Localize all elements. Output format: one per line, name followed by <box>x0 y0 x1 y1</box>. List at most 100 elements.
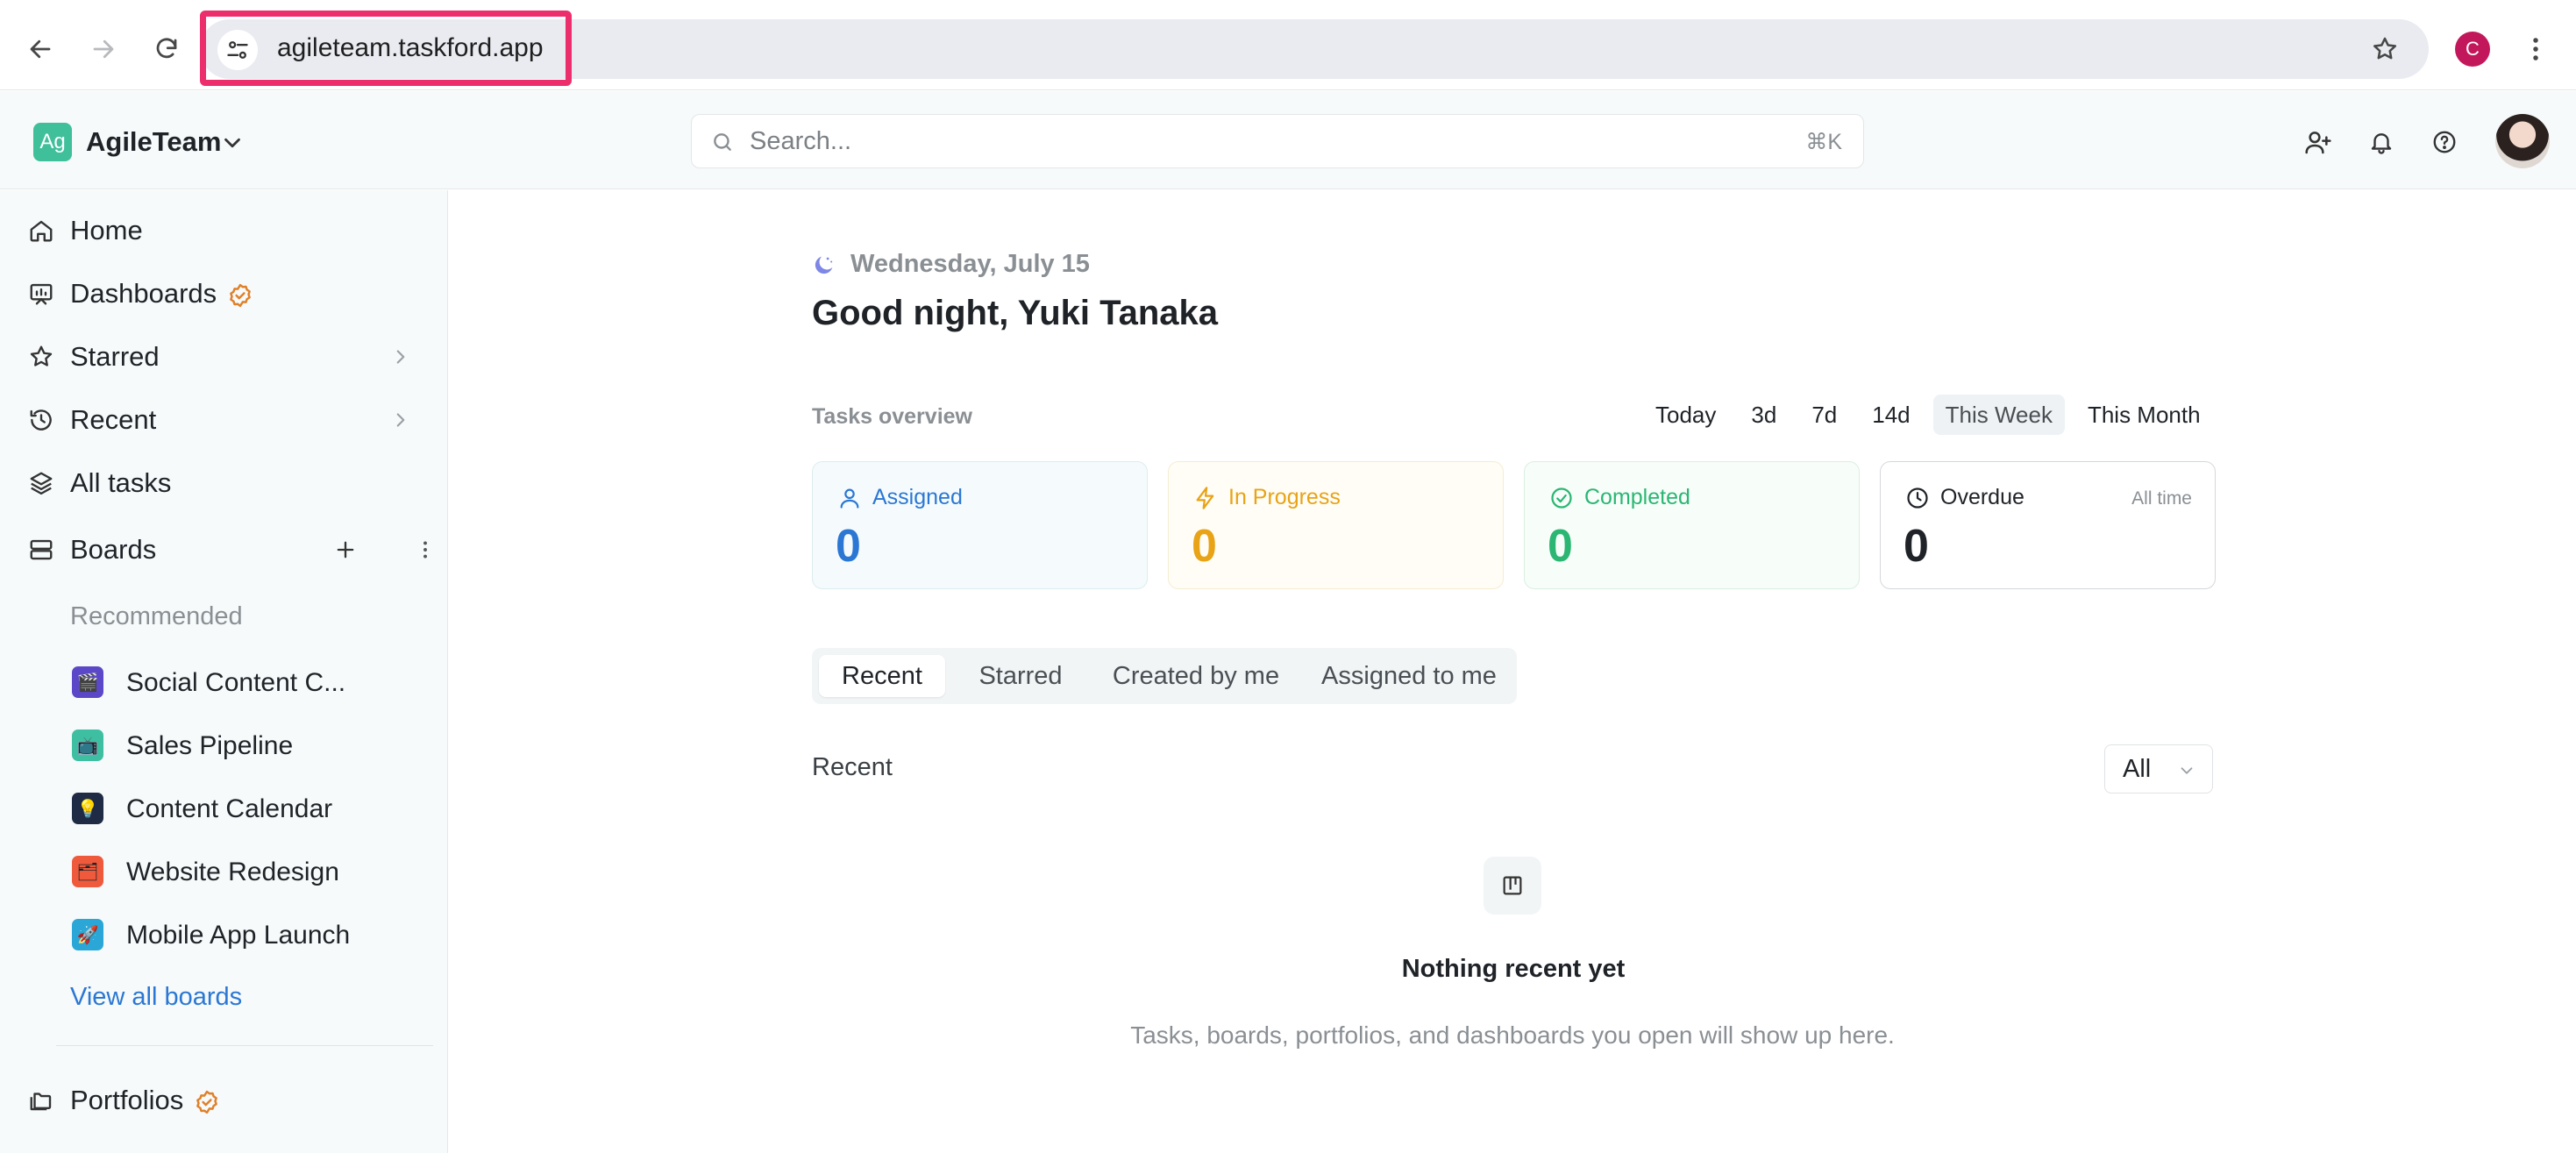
stat-label: Completed <box>1584 485 1690 509</box>
view-all-boards-link[interactable]: View all boards <box>70 983 242 1012</box>
sidebar-item-label: Home <box>70 215 143 246</box>
sidebar-item-label-wrap: Dashboards <box>70 278 253 310</box>
date-row: Wednesday, July 15 <box>812 250 1090 279</box>
back-button[interactable] <box>19 28 61 70</box>
board-item[interactable]: 🗂 Website Redesign <box>0 844 448 897</box>
sidebar-item-recent[interactable]: Recent <box>0 394 448 446</box>
range-tab-7d[interactable]: 7d <box>1799 395 1849 435</box>
tasks-overview-label: Tasks overview <box>812 404 972 429</box>
dashboard-icon <box>26 279 56 309</box>
empty-state-subtitle: Tasks, boards, portfolios, and dashboard… <box>1130 1021 1895 1049</box>
rocket-icon: 🚀 <box>72 919 103 950</box>
sidebar-item-home[interactable]: Home <box>0 204 448 257</box>
sidebar-item-dashboards[interactable]: Dashboards <box>0 267 448 320</box>
moon-icon <box>815 256 833 274</box>
stat-card-in-progress[interactable]: In Progress 0 <box>1168 461 1504 589</box>
greeting-title: Good night, Yuki Tanaka <box>812 294 1219 332</box>
sidebar-item-label-wrap: Portfolios <box>70 1085 220 1116</box>
folder-icon: 🗂 <box>72 856 103 887</box>
notifications-button[interactable] <box>2362 123 2401 161</box>
range-tab-today[interactable]: Today <box>1643 395 1728 435</box>
clapperboard-icon: 🎬 <box>72 666 103 698</box>
range-tab-14d[interactable]: 14d <box>1860 395 1922 435</box>
stat-card-overdue[interactable]: Overdue All time 0 <box>1880 461 2216 589</box>
sidebar-item-all-tasks[interactable]: All tasks <box>0 457 448 509</box>
board-item[interactable]: 🚀 Mobile App Launch <box>0 907 448 960</box>
plus-icon[interactable] <box>333 537 358 562</box>
recommended-section-title: Recommended <box>70 602 243 630</box>
kanban-icon <box>1503 876 1522 895</box>
search-shortcut-hint: ⌘K <box>1805 130 1842 154</box>
sidebar-item-starred[interactable]: Starred <box>0 331 448 383</box>
star-icon <box>26 342 56 372</box>
browser-profile-button[interactable]: C <box>2455 32 2490 67</box>
sidebar-item-label: Portfolios <box>70 1085 184 1115</box>
invite-member-button[interactable] <box>2299 123 2338 161</box>
sidebar-item-label: All tasks <box>70 467 172 498</box>
sidebar-item-portfolios[interactable]: Portfolios <box>0 1074 448 1127</box>
range-tab-this-week[interactable]: This Week <box>1932 395 2065 435</box>
sidebar-item-boards[interactable]: Boards <box>0 523 448 576</box>
board-item[interactable]: 🎬 Social Content C... <box>0 655 448 708</box>
board-item[interactable]: 💡 Content Calendar <box>0 781 448 834</box>
bookmark-button[interactable] <box>2364 28 2406 70</box>
more-vertical-icon[interactable] <box>421 538 430 561</box>
reload-icon <box>156 38 177 59</box>
tab-assigned-to-me[interactable]: Assigned to me <box>1310 655 1508 697</box>
empty-state-title: Nothing recent yet <box>1401 955 1626 983</box>
sidebar-item-label: Dashboards <box>70 278 217 309</box>
user-icon <box>840 488 859 509</box>
chevron-right-icon[interactable] <box>389 409 412 431</box>
television-icon: 📺 <box>72 730 103 761</box>
chevron-right-icon[interactable] <box>389 345 412 368</box>
tab-recent[interactable]: Recent <box>819 655 945 697</box>
search-input[interactable] <box>750 124 1758 159</box>
recent-filter-select[interactable]: All <box>2104 744 2213 794</box>
boards-actions <box>333 523 430 576</box>
url-text[interactable]: agileteam.taskford.app <box>277 33 544 63</box>
empty-state-icon <box>1484 857 1541 915</box>
stat-card-header: Completed <box>1549 485 1690 510</box>
browser-toolbar: agileteam.taskford.app C <box>0 0 2576 90</box>
verified-badge-icon <box>230 283 252 307</box>
verified-badge-icon <box>196 1090 218 1114</box>
more-vertical-icon <box>2533 38 2538 60</box>
search-box[interactable]: ⌘K <box>691 114 1864 168</box>
layers-icon <box>26 468 56 498</box>
stat-card-header: In Progress <box>1193 485 1341 510</box>
range-tab-3d[interactable]: 3d <box>1739 395 1789 435</box>
board-item[interactable]: 📺 Sales Pipeline <box>0 718 448 771</box>
browser-menu-button[interactable] <box>2523 32 2548 67</box>
main-content: Wednesday, July 15 Good night, Yuki Tana… <box>449 190 2576 1153</box>
tune-icon <box>227 41 248 59</box>
site-info-button[interactable] <box>217 30 258 70</box>
tab-created-by-me[interactable]: Created by me <box>1096 655 1296 697</box>
help-button[interactable] <box>2425 123 2464 161</box>
reload-button[interactable] <box>146 28 188 70</box>
board-item-label: Website Redesign <box>126 858 339 886</box>
stat-card-completed[interactable]: Completed 0 <box>1524 461 1860 589</box>
recent-filter-value: All <box>2123 754 2152 783</box>
folders-icon <box>26 1085 56 1115</box>
user-avatar[interactable] <box>2495 114 2550 168</box>
check-circle-icon <box>1551 487 1572 509</box>
arrow-left-icon <box>30 39 51 59</box>
stat-card-header: Overdue <box>1905 485 2025 510</box>
clock-icon <box>1907 487 1928 509</box>
board-item-label: Content Calendar <box>126 794 333 823</box>
forward-button[interactable] <box>82 28 125 70</box>
stat-value: 0 <box>1904 521 1929 572</box>
lightning-icon <box>1196 486 1214 509</box>
chevron-down-icon[interactable] <box>219 130 246 156</box>
sidebar-item-label: Recent <box>70 404 157 435</box>
lightbulb-icon: 💡 <box>72 793 103 824</box>
range-tab-this-month[interactable]: This Month <box>2075 395 2213 435</box>
board-item-label: Sales Pipeline <box>126 731 294 760</box>
board-item-label: Social Content C... <box>126 668 346 697</box>
workspace-logo[interactable]: Ag <box>33 123 72 161</box>
workspace-name[interactable]: AgileTeam <box>86 126 221 158</box>
tab-starred[interactable]: Starred <box>959 655 1082 697</box>
stat-value: 0 <box>1548 521 1573 572</box>
stat-card-assigned[interactable]: Assigned 0 <box>812 461 1148 589</box>
user-plus-icon <box>2305 132 2331 154</box>
